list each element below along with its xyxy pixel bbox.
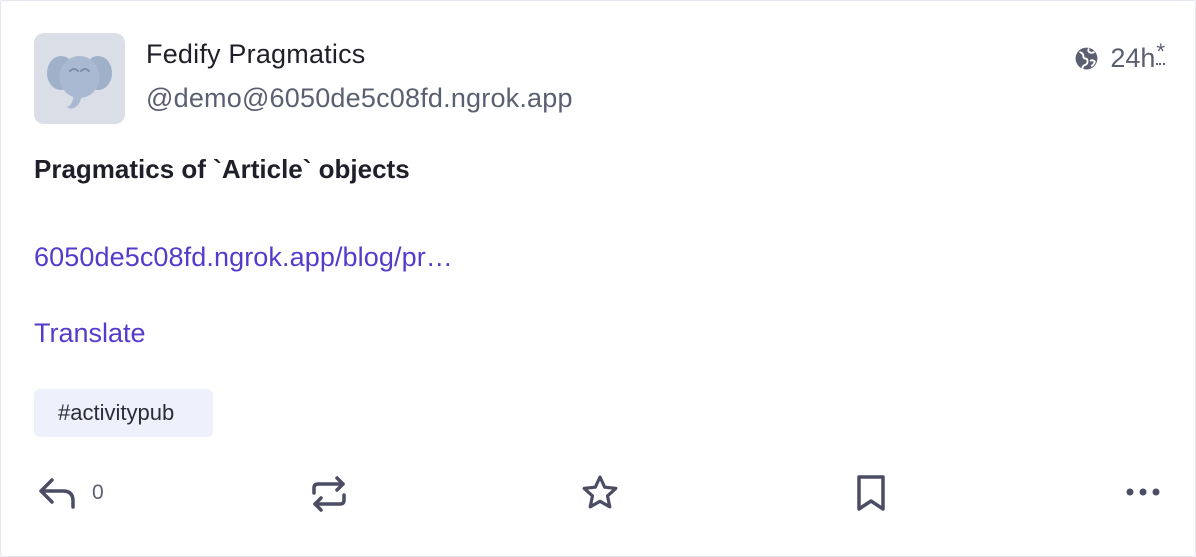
bookmark-icon (857, 475, 885, 511)
more-icon (1126, 488, 1160, 496)
account-handle[interactable]: @demo@6050de5c08fd.ngrok.app (146, 83, 573, 114)
post-title: Pragmatics of `Article` objects (34, 154, 410, 184)
bookmark-button[interactable] (854, 473, 888, 513)
boost-icon (312, 476, 346, 512)
post-meta: 24h * (1074, 40, 1165, 74)
favourite-button[interactable] (580, 473, 620, 513)
boost-button[interactable] (310, 474, 348, 514)
edited-marker[interactable]: * (1156, 40, 1165, 65)
status-card[interactable]: Fedify Pragmatics @demo@6050de5c08fd.ngr… (0, 0, 1196, 557)
translate-button[interactable]: Translate (34, 318, 146, 349)
display-name[interactable]: Fedify Pragmatics (146, 39, 365, 70)
star-icon (582, 475, 618, 509)
reply-count: 0 (92, 481, 104, 504)
globe-icon (1075, 47, 1098, 70)
elephant-icon (47, 56, 112, 109)
reply-icon (39, 478, 75, 509)
post-link[interactable]: 6050de5c08fd.ngrok.app/blog/pr… (34, 242, 453, 273)
hashtag-chip[interactable]: #activitypub (34, 389, 213, 437)
post-time[interactable]: 24h (1110, 43, 1155, 74)
reply-button[interactable]: 0 (37, 475, 104, 511)
more-button[interactable] (1125, 482, 1161, 502)
avatar[interactable] (34, 33, 125, 124)
